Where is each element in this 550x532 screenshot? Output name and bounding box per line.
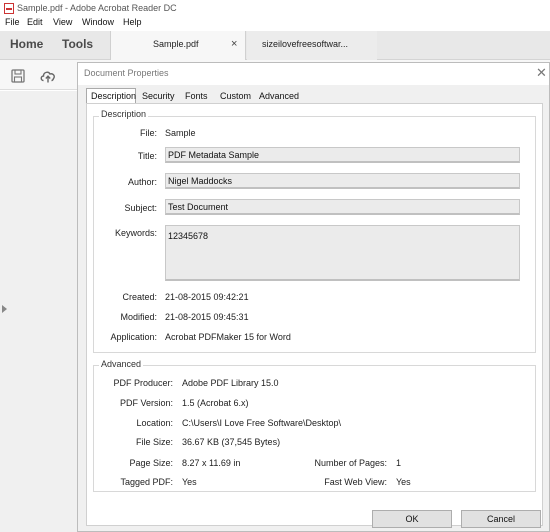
- description-group-title: Description: [99, 109, 149, 119]
- save-icon[interactable]: [10, 68, 26, 84]
- title-bar: Sample.pdf - Adobe Acrobat Reader DC: [0, 0, 550, 16]
- dialog-close-icon[interactable]: ✕: [536, 65, 547, 81]
- tab-bar: Home Tools Sample.pdf × sizeilovefreesof…: [0, 31, 550, 60]
- tab-label: sizeilovefreesoftwar...: [262, 39, 349, 49]
- pdf-version-value: 1.5 (Acrobat 6.x): [182, 398, 249, 408]
- number-of-pages-value: 1: [396, 458, 402, 468]
- cloud-upload-icon[interactable]: [39, 68, 57, 84]
- file-size-value: 36.67 KB (37,545 Bytes): [182, 437, 281, 447]
- tab-sample-pdf[interactable]: Sample.pdf ×: [110, 31, 246, 60]
- tab-custom[interactable]: Custom: [220, 89, 251, 103]
- fast-web-view-label: Fast Web View:: [324, 477, 387, 487]
- location-value: C:\Users\I Love Free Software\Desktop\: [182, 418, 342, 428]
- menu-view[interactable]: View: [53, 17, 72, 27]
- menu-bar: File Edit View Window Help: [0, 16, 550, 30]
- author-field[interactable]: Nigel Maddocks: [165, 173, 520, 189]
- tab-label: Sample.pdf: [153, 39, 199, 49]
- fast-web-view-value: Yes: [396, 477, 411, 487]
- nav-home[interactable]: Home: [10, 37, 43, 51]
- tab-fonts[interactable]: Fonts: [185, 89, 208, 103]
- tab-description[interactable]: Description: [86, 88, 136, 104]
- file-value: Sample: [165, 128, 196, 138]
- title-label: Title:: [137, 151, 157, 161]
- file-label: File:: [139, 128, 157, 138]
- modified-value: 21-08-2015 09:45:31: [165, 312, 249, 322]
- pdf-producer-value: Adobe PDF Library 15.0: [182, 378, 279, 388]
- nav-tools[interactable]: Tools: [62, 37, 93, 51]
- pdf-version-label: PDF Version:: [119, 398, 173, 408]
- tab-other-document[interactable]: sizeilovefreesoftwar...: [247, 31, 377, 60]
- file-size-label: File Size:: [135, 437, 173, 447]
- menu-edit[interactable]: Edit: [27, 17, 43, 27]
- subject-label: Subject:: [124, 203, 157, 213]
- navigation-pane: [0, 91, 77, 532]
- number-of-pages-label: Number of Pages:: [314, 458, 387, 468]
- tagged-pdf-label: Tagged PDF:: [120, 477, 173, 487]
- application-value: Acrobat PDFMaker 15 for Word: [165, 332, 291, 342]
- modified-label: Modified:: [120, 312, 157, 322]
- description-panel: Description File: Sample Title: PDF Meta…: [86, 103, 543, 526]
- application-label: Application:: [110, 332, 157, 342]
- ok-button[interactable]: OK: [372, 510, 452, 528]
- page-size-value: 8.27 x 11.69 in: [182, 458, 241, 468]
- menu-window[interactable]: Window: [82, 17, 114, 27]
- close-tab-icon[interactable]: ×: [231, 38, 237, 50]
- tab-security[interactable]: Security: [142, 89, 175, 103]
- created-label: Created:: [122, 292, 157, 302]
- expand-pane-icon[interactable]: [2, 305, 7, 313]
- subject-field[interactable]: Test Document: [165, 199, 520, 215]
- keywords-field[interactable]: 12345678: [165, 225, 520, 281]
- created-value: 21-08-2015 09:42:21: [165, 292, 249, 302]
- tagged-pdf-value: Yes: [182, 477, 197, 487]
- page-size-label: Page Size:: [129, 458, 173, 468]
- title-field[interactable]: PDF Metadata Sample: [165, 147, 520, 163]
- window-title: Sample.pdf - Adobe Acrobat Reader DC: [17, 3, 177, 13]
- tab-advanced[interactable]: Advanced: [259, 89, 299, 103]
- cancel-button[interactable]: Cancel: [461, 510, 541, 528]
- document-properties-dialog: Document Properties ✕ Description Securi…: [77, 62, 550, 532]
- pdf-producer-label: PDF Producer:: [113, 378, 173, 388]
- menu-file[interactable]: File: [5, 17, 20, 27]
- keywords-label: Keywords:: [114, 228, 157, 238]
- menu-help[interactable]: Help: [123, 17, 142, 27]
- pdf-app-icon: [4, 3, 14, 14]
- dialog-title-bar: Document Properties ✕: [78, 63, 549, 85]
- author-label: Author:: [127, 177, 157, 187]
- location-label: Location:: [136, 418, 173, 428]
- advanced-group-title: Advanced: [99, 359, 144, 369]
- dialog-title: Document Properties: [84, 68, 169, 78]
